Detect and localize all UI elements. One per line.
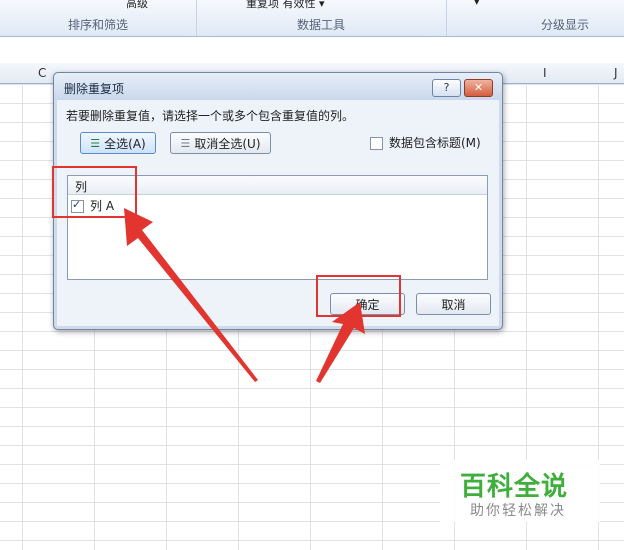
column-header-i[interactable]: I	[543, 66, 547, 80]
cancel-button[interactable]: 取消	[416, 293, 491, 315]
deselect-all-label: 取消全选(U)	[194, 136, 261, 151]
header-checkbox-row[interactable]: 数据包含标题(M)	[370, 134, 481, 151]
ribbon-group-label: 排序和筛选	[67, 18, 128, 32]
deselect-all-icon: ☰	[180, 136, 191, 150]
dialog-titlebar[interactable]: 删除重复项 ? ✕	[54, 73, 502, 100]
advanced-filter-button[interactable]: 高级	[126, 0, 148, 11]
ribbon-group-data-tools: 重复项 有效性 ▾ 数据工具	[196, 0, 447, 36]
watermark: 百科全说 助你轻松解决	[440, 460, 600, 522]
help-button[interactable]: ?	[432, 79, 461, 97]
close-button[interactable]: ✕	[464, 79, 493, 97]
column-header-j[interactable]: J	[614, 66, 618, 80]
deselect-all-button[interactable]: ☰ 取消全选(U)	[170, 132, 271, 154]
data-tools-buttons[interactable]: 重复项 有效性 ▾	[246, 0, 325, 11]
cancel-label: 取消	[441, 297, 466, 312]
header-checkbox[interactable]	[370, 137, 383, 150]
outline-dropdown[interactable]: ▾	[474, 0, 480, 8]
ribbon-group-label: 分级显示	[540, 18, 589, 32]
ribbon: 高级 排序和筛选 重复项 有效性 ▾ 数据工具 ▾ 分级显示	[0, 0, 624, 37]
select-all-icon: ☰	[90, 136, 101, 150]
annotation-box-column-list	[52, 166, 137, 218]
dialog-title: 删除重复项	[64, 82, 125, 96]
ribbon-group-outline: ▾ 分级显示	[446, 0, 624, 36]
formula-bar[interactable]	[0, 37, 624, 64]
column-header-c[interactable]: C	[38, 66, 46, 80]
watermark-subtitle: 助你轻松解决	[470, 503, 566, 519]
select-all-button[interactable]: ☰ 全选(A)	[80, 132, 156, 154]
watermark-title: 百科全说	[460, 472, 569, 502]
select-all-label: 全选(A)	[104, 136, 146, 151]
header-checkbox-label: 数据包含标题(M)	[389, 136, 481, 150]
ribbon-group-sort-filter: 高级 排序和筛选	[0, 0, 197, 36]
instruction-text: 若要删除重复值，请选择一个或多个包含重复值的列。	[66, 109, 355, 123]
ribbon-group-label: 数据工具	[296, 18, 345, 32]
annotation-box-ok-button	[316, 275, 401, 317]
